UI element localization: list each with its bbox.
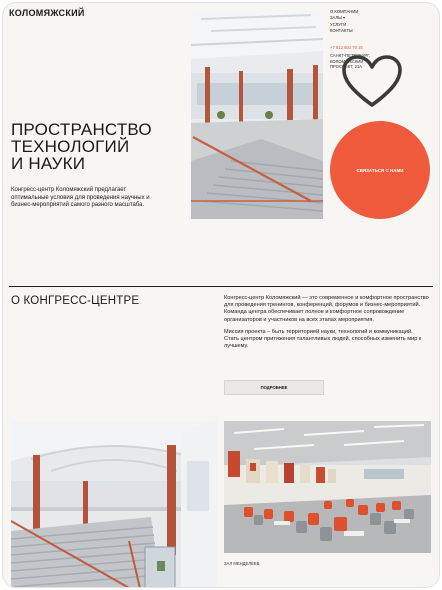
hero-subtitle: Конгресс-центр Коломяжский предлагает оп… <box>11 187 150 208</box>
contact-us-button[interactable]: СВЯЗАТЬСЯ С НАМИ <box>330 121 430 219</box>
heart-icon[interactable] <box>340 53 404 111</box>
about-paragraph-1: Конгресс-центр Коломяжский — это совреме… <box>224 295 429 323</box>
atrium-staircase-photo <box>11 421 217 587</box>
page-frame: КОЛОМЯЖСКИЙ О КОМПАНИИ ЗАЛЫ ▾ УСЛУГИ КОН… <box>2 2 440 588</box>
main-nav: О КОМПАНИИ ЗАЛЫ ▾ УСЛУГИ КОНТАКТЫ <box>330 9 358 34</box>
hero-title-line-2: ТЕХНОЛОГИЙ <box>11 137 130 156</box>
hero-title: ПРОСТРАНСТВО ТЕХНОЛОГИЙ И НАУКИ <box>11 121 186 172</box>
about-paragraph-2: Миссия проекта – быть территорией науки,… <box>224 328 422 350</box>
more-button[interactable]: ПОДРОБНЕЕ <box>224 380 324 395</box>
mendeleev-hall-photo <box>224 421 431 553</box>
hero-title-line-3: И НАУКИ <box>11 154 86 173</box>
about-text: Конгресс-центр Коломяжский — это совреме… <box>224 295 429 355</box>
section-divider <box>9 286 433 287</box>
logo[interactable]: КОЛОМЯЖСКИЙ <box>9 8 85 18</box>
nav-item-contacts[interactable]: КОНТАКТЫ <box>330 28 358 34</box>
about-section-title: О КОНГРЕСС-ЦЕНТРЕ <box>11 295 140 307</box>
phone-link[interactable]: +7 812 604 70 15 <box>330 45 363 50</box>
hero-title-line-1: ПРОСТРАНСТВО <box>11 120 152 139</box>
hero-atrium-photo <box>191 11 323 219</box>
hall-caption: ЗАЛ МЕНДЕЛЕЕВ <box>224 561 260 566</box>
